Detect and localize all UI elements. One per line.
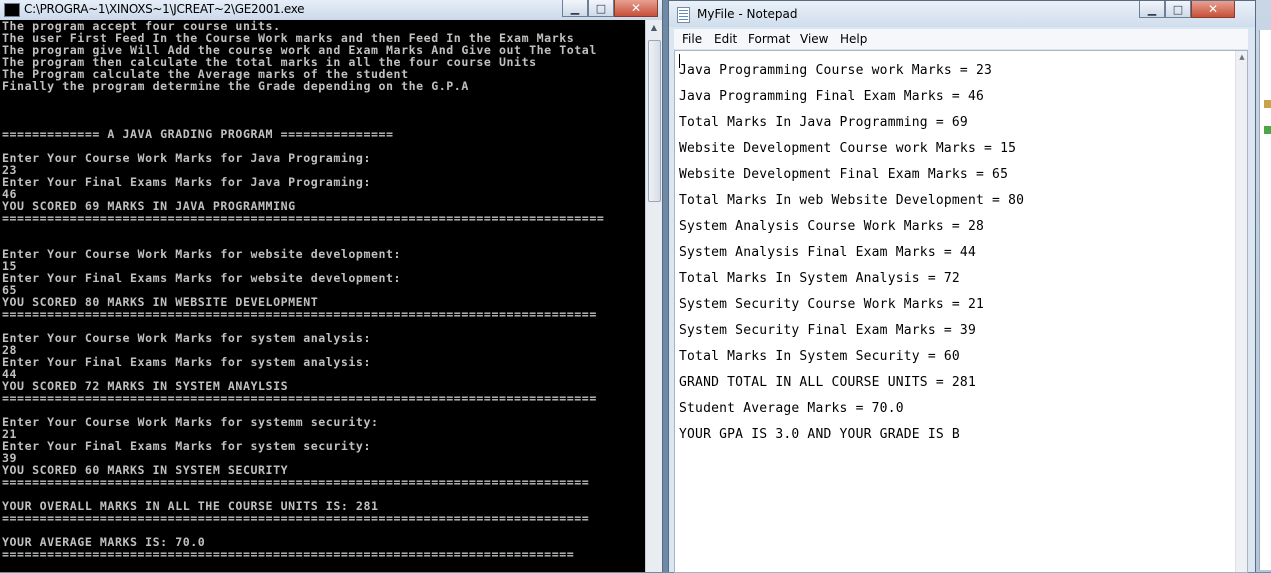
notepad-line: System Security Course Work Marks = 21 bbox=[679, 297, 985, 312]
console-title: C:\PROGRA~1\XINOXS~1\JCREAT~2\GE2001.exe bbox=[24, 2, 305, 16]
maximize-icon: □ bbox=[1172, 3, 1184, 16]
notepad-title: MyFile - Notepad bbox=[697, 7, 798, 21]
notepad-line: System Security Final Exam Marks = 39 bbox=[679, 323, 976, 338]
console-line: ========================================… bbox=[2, 211, 605, 225]
console-output[interactable]: The program accept four course units. The… bbox=[0, 20, 645, 572]
notepad-minimize-button[interactable]: ▁ bbox=[1139, 1, 1165, 18]
console-line: Enter Your Course Work Marks for systemm… bbox=[2, 415, 379, 429]
console-line: Finally the program determine the Grade … bbox=[2, 79, 469, 93]
notepad-line: YOUR GPA IS 3.0 AND YOUR GRADE IS B bbox=[679, 427, 960, 442]
scroll-up-arrow-icon[interactable]: ▲ bbox=[1236, 53, 1247, 61]
console-line: Enter Your Final Exams Marks for Java Pr… bbox=[2, 175, 371, 189]
notepad-line: Total Marks In System Security = 60 bbox=[679, 349, 960, 364]
console-window[interactable]: C:\PROGRA~1\XINOXS~1\JCREAT~2\GE2001.exe… bbox=[0, 0, 663, 572]
notepad-line: Total Marks In web Website Development =… bbox=[679, 193, 1025, 208]
minimize-icon: ▁ bbox=[570, 2, 580, 15]
console-app-icon bbox=[4, 3, 20, 17]
maximize-icon: □ bbox=[595, 2, 607, 15]
close-icon: ✕ bbox=[630, 1, 642, 15]
console-scrollbar[interactable]: ▲ bbox=[645, 20, 662, 572]
console-line: ========================================… bbox=[2, 307, 597, 321]
notepad-line: Total Marks In Java Programming = 69 bbox=[679, 115, 968, 130]
folder-icon bbox=[1264, 100, 1271, 108]
console-maximize-button[interactable]: □ bbox=[588, 0, 614, 17]
notepad-line: Total Marks In System Analysis = 72 bbox=[679, 271, 960, 286]
notepad-line: Website Development Final Exam Marks = 6… bbox=[679, 167, 1009, 182]
menu-file[interactable]: File bbox=[682, 32, 702, 46]
console-line: ========================================… bbox=[2, 391, 597, 405]
notepad-line: System Analysis Course Work Marks = 28 bbox=[679, 219, 985, 234]
console-line: Enter Your Final Exams Marks for website… bbox=[2, 271, 402, 285]
notepad-line: System Analysis Final Exam Marks = 44 bbox=[679, 245, 976, 260]
console-title-bar[interactable]: C:\PROGRA~1\XINOXS~1\JCREAT~2\GE2001.exe… bbox=[0, 0, 662, 20]
notepad-line: Java Programming Final Exam Marks = 46 bbox=[679, 89, 985, 104]
notepad-window[interactable]: MyFile - Notepad ▁ □ ✕ File Edit Format … bbox=[668, 0, 1256, 573]
console-line: ========================================… bbox=[2, 475, 590, 489]
notepad-close-button[interactable]: ✕ bbox=[1191, 1, 1235, 18]
background-window-edge bbox=[1256, 0, 1271, 572]
console-minimize-button[interactable]: ▁ bbox=[562, 0, 588, 17]
console-line: Enter Your Final Exams Marks for system … bbox=[2, 355, 371, 369]
menu-view[interactable]: View bbox=[800, 32, 828, 46]
notepad-line: GRAND TOTAL IN ALL COURSE UNITS = 281 bbox=[679, 375, 976, 390]
console-scroll-thumb[interactable] bbox=[648, 40, 661, 202]
close-icon: ✕ bbox=[1207, 2, 1219, 16]
notepad-line: Website Development Course work Marks = … bbox=[679, 141, 1017, 156]
notepad-line: Student Average Marks = 70.0 bbox=[679, 401, 904, 416]
run-icon bbox=[1264, 126, 1271, 134]
notepad-app-icon bbox=[677, 7, 690, 23]
menu-edit[interactable]: Edit bbox=[714, 32, 737, 46]
console-line: ========================================… bbox=[2, 511, 590, 525]
menu-help[interactable]: Help bbox=[840, 32, 867, 46]
notepad-line: Java Programming Course work Marks = 23 bbox=[679, 63, 993, 78]
notepad-maximize-button[interactable]: □ bbox=[1165, 1, 1191, 18]
notepad-scrollbar[interactable]: ▲ bbox=[1235, 51, 1247, 572]
background-window-content bbox=[1259, 30, 1271, 570]
console-line: Enter Your Course Work Marks for Java Pr… bbox=[2, 151, 371, 165]
console-line: Enter Your Course Work Marks for website… bbox=[2, 247, 402, 261]
console-line: Enter Your Final Exams Marks for system … bbox=[2, 439, 371, 453]
scroll-up-arrow-icon[interactable]: ▲ bbox=[646, 20, 662, 36]
notepad-menu-bar: File Edit Format View Help bbox=[674, 29, 1248, 50]
menu-format[interactable]: Format bbox=[748, 32, 790, 46]
console-line: ============= A JAVA GRADING PROGRAM ===… bbox=[2, 127, 394, 141]
notepad-text-area[interactable]: ▲ Java Programming Course work Marks = 2… bbox=[674, 50, 1248, 573]
minimize-icon: ▁ bbox=[1147, 3, 1157, 16]
console-close-button[interactable]: ✕ bbox=[614, 0, 658, 17]
console-line: ========================================… bbox=[2, 547, 575, 561]
notepad-title-bar[interactable]: MyFile - Notepad ▁ □ ✕ bbox=[669, 1, 1255, 27]
console-line: Enter Your Course Work Marks for system … bbox=[2, 331, 371, 345]
